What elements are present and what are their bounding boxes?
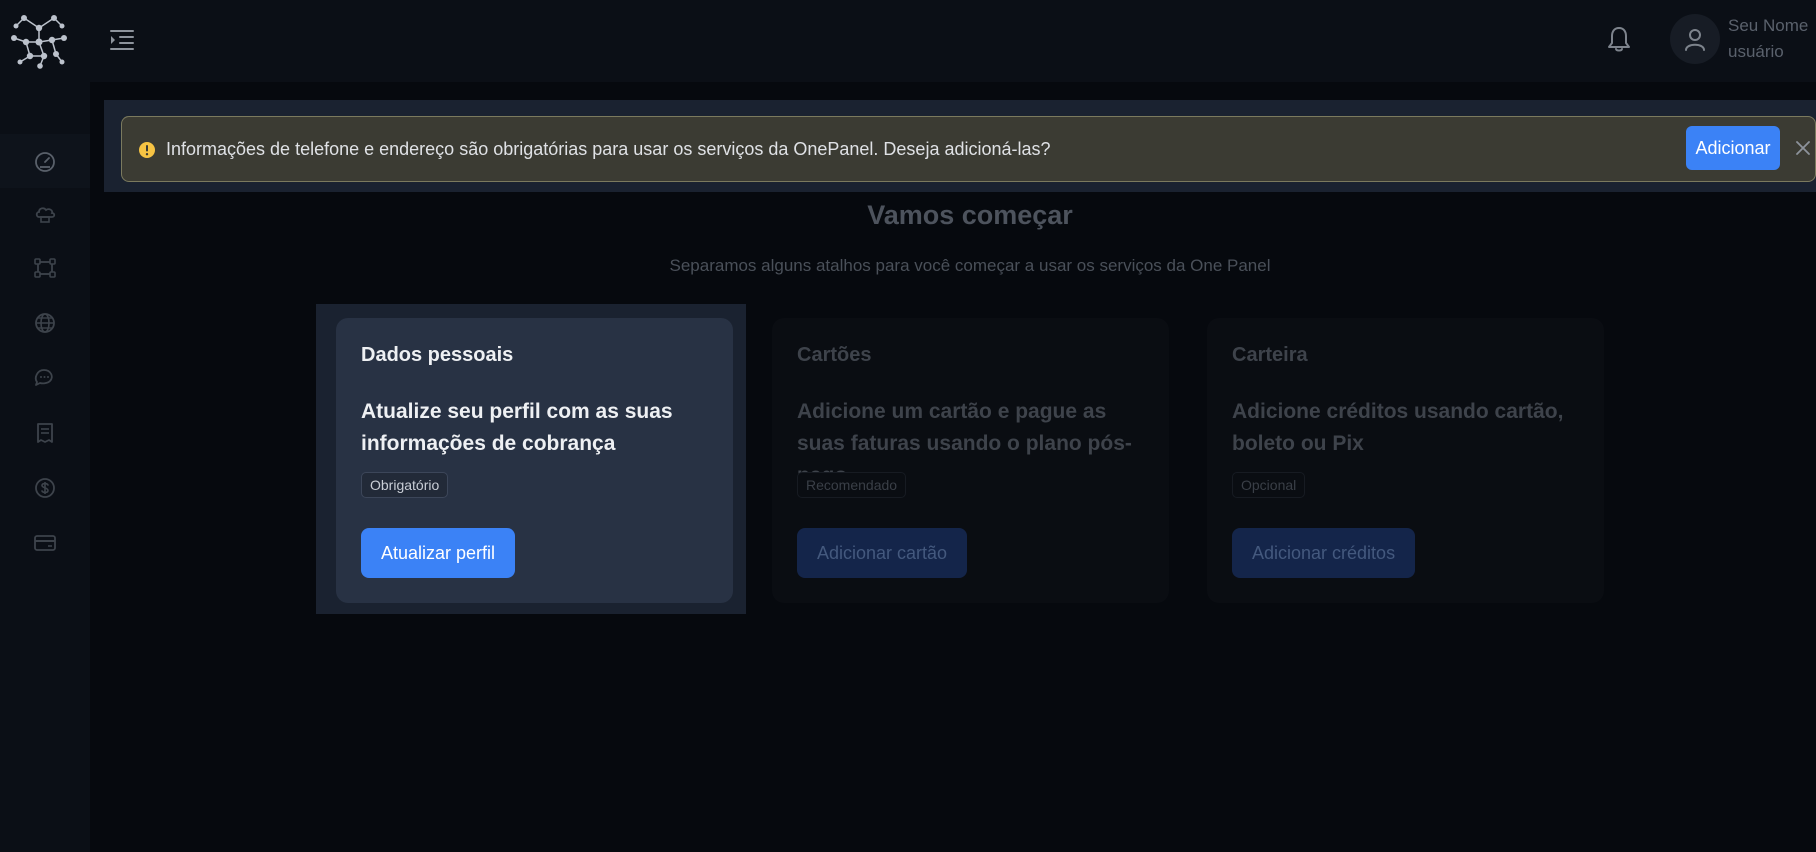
user-name[interactable]: Seu Nome	[1728, 16, 1808, 36]
add-info-button[interactable]: Adicionar	[1686, 126, 1780, 170]
page-subtitle: Separamos alguns atalhos para você começ…	[669, 256, 1271, 275]
add-credits-button[interactable]: Adicionar créditos	[1232, 528, 1416, 578]
menu-toggle-icon[interactable]	[108, 26, 136, 54]
dollar-icon	[35, 478, 55, 498]
sidebar-item-chat[interactable]	[0, 351, 90, 405]
user-role: usuário	[1728, 42, 1784, 61]
page-title: Vamos começar	[867, 200, 1073, 230]
sidebar-item-billing[interactable]	[0, 461, 90, 515]
cloud-server-icon	[35, 207, 56, 223]
close-icon[interactable]	[1794, 139, 1812, 157]
avatar[interactable]	[1670, 14, 1720, 64]
card-title: Dados pessoais	[361, 344, 514, 366]
sidebar-item-cloud[interactable]	[0, 187, 90, 241]
network-icon	[34, 258, 56, 278]
card-title: Cartões	[797, 344, 872, 366]
sidebar-item-invoices[interactable]	[0, 406, 90, 460]
add-card-button[interactable]: Adicionar cartão	[797, 528, 968, 578]
logo-icon[interactable]	[6, 10, 72, 70]
globe-icon	[35, 313, 55, 333]
credit-card-icon	[34, 535, 56, 551]
sidebar-item-network[interactable]	[0, 241, 90, 295]
card-description: Adicione créditos usando cartão, boleto …	[1232, 400, 1564, 455]
invoice-icon	[37, 423, 53, 443]
top-bar: Seu Nome usuário	[0, 0, 1816, 82]
warning-icon	[139, 142, 155, 158]
card-description: Atualize seu perfil com as suas informaç…	[361, 400, 673, 455]
sidebar-item-cards[interactable]	[0, 516, 90, 570]
dashboard-icon	[35, 152, 55, 172]
card-cards: Cartões Adicione um cartão e pague as su…	[772, 318, 1169, 603]
sidebar	[0, 82, 90, 852]
update-profile-button[interactable]: Atualizar perfil	[361, 528, 516, 578]
chat-icon	[34, 369, 53, 386]
status-badge: Obrigatório	[361, 472, 449, 498]
card-title: Carteira	[1232, 344, 1308, 366]
status-badge: Recomendado	[797, 472, 907, 498]
sidebar-item-dashboard[interactable]	[0, 134, 90, 188]
status-badge: Opcional	[1232, 472, 1306, 498]
sidebar-item-globe[interactable]	[0, 296, 90, 350]
alert-banner-wrapper: Informações de telefone e endereço são o…	[104, 100, 1816, 192]
card-personal-data: Dados pessoais Atualize seu perfil com a…	[336, 318, 733, 603]
alert-banner: Informações de telefone e endereço são o…	[121, 116, 1816, 182]
user-icon	[1685, 29, 1705, 51]
card-wallet: Carteira Adicione créditos usando cartão…	[1207, 318, 1604, 603]
alert-message: Informações de telefone e endereço são o…	[166, 139, 1051, 159]
bell-icon[interactable]	[1605, 24, 1633, 54]
